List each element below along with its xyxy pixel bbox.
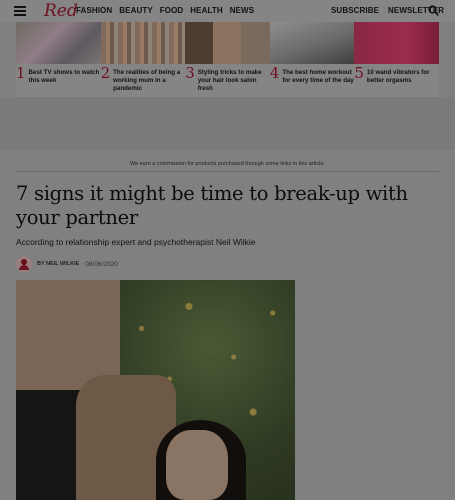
carousel-title: 10 wand vibrators for better orgasms [366,69,430,84]
woman-face [166,430,228,500]
ad-slot [0,97,455,150]
carousel-title: The realities of being a working mum in … [113,69,181,92]
carousel-number: 3 [185,64,195,82]
divider [16,171,439,172]
page: Red FASHION BEAUTY FOOD HEALTH NEWS SUBS… [0,0,455,500]
carousel-thumbnails [16,22,439,64]
article-headline: 7 signs it might be time to break-up wit… [16,182,408,229]
nav-health[interactable]: HEALTH [190,6,222,15]
search-icon[interactable] [428,5,439,16]
carousel-thumb-1[interactable] [16,22,101,64]
carousel-thumb-5[interactable] [354,22,439,64]
carousel-number: 5 [354,64,364,82]
site-header: Red FASHION BEAUTY FOOD HEALTH NEWS SUBS… [0,0,455,22]
author-avatar-icon[interactable] [16,256,32,272]
carousel-cards: 1 Best TV shows to watch this week 2 The… [16,66,439,93]
carousel-card[interactable]: 2 The realities of being a working mum i… [101,66,186,93]
menu-icon[interactable] [14,6,26,16]
hero-image [16,280,295,500]
subscribe-link[interactable]: SUBSCRIBE [331,6,379,15]
nav-food[interactable]: FOOD [160,6,184,15]
nav-news[interactable]: NEWS [230,6,254,15]
carousel-title: Best TV shows to watch this week [28,69,100,84]
carousel-card[interactable]: 4 The best home workout for every time o… [270,66,355,93]
carousel-card[interactable]: 3 Styling tricks to make your hair look … [185,66,270,93]
carousel-thumb-2[interactable] [100,22,186,64]
nav-fashion[interactable]: FASHION [76,6,112,15]
main-nav: FASHION BEAUTY FOOD HEALTH NEWS [76,6,254,15]
carousel-title: The best home workout for every time of … [282,69,354,84]
carousel-number: 4 [269,64,280,82]
carousel-card[interactable]: 1 Best TV shows to watch this week [16,66,101,93]
carousel-number: 2 [100,64,111,82]
affiliate-disclaimer: We earn a commission for products purcha… [130,161,325,167]
author-link[interactable]: BY NEIL WILKIE [37,261,79,267]
carousel-title: Styling tricks to make your hair look sa… [197,69,262,92]
trending-carousel: 1 Best TV shows to watch this week 2 The… [16,22,439,97]
carousel-number: 1 [16,64,26,82]
site-logo[interactable]: Red [44,1,78,21]
carousel-thumb-3[interactable] [185,22,270,64]
carousel-card[interactable]: 5 10 wand vibrators for better orgasms [354,66,439,93]
nav-beauty[interactable]: BEAUTY [119,6,153,15]
carousel-thumb-4[interactable] [269,22,355,64]
publish-date: 08/06/2020 [85,260,118,268]
article-standfirst: According to relationship expert and psy… [16,237,256,247]
byline: BY NEIL WILKIE 08/06/2020 [16,255,118,273]
